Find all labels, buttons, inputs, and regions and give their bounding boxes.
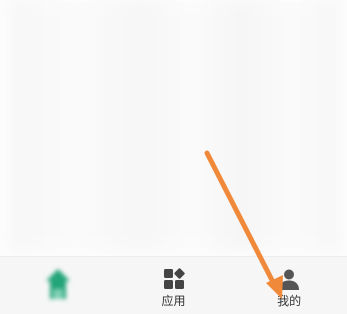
tab-apps-label: 应用 [161,294,186,308]
tab-home[interactable] [0,257,116,314]
home-icon [45,269,70,299]
tab-mine[interactable]: 我的 [231,257,347,314]
tab-mine-label: 我的 [277,294,302,308]
app-screen: 应用 我的 [0,0,347,314]
blurred-content [10,0,340,250]
content-area [0,0,347,256]
bottom-tab-bar: 应用 我的 [0,256,347,314]
person-icon [279,269,300,290]
tab-apps[interactable]: 应用 [116,257,232,314]
apps-grid-icon [163,268,185,289]
